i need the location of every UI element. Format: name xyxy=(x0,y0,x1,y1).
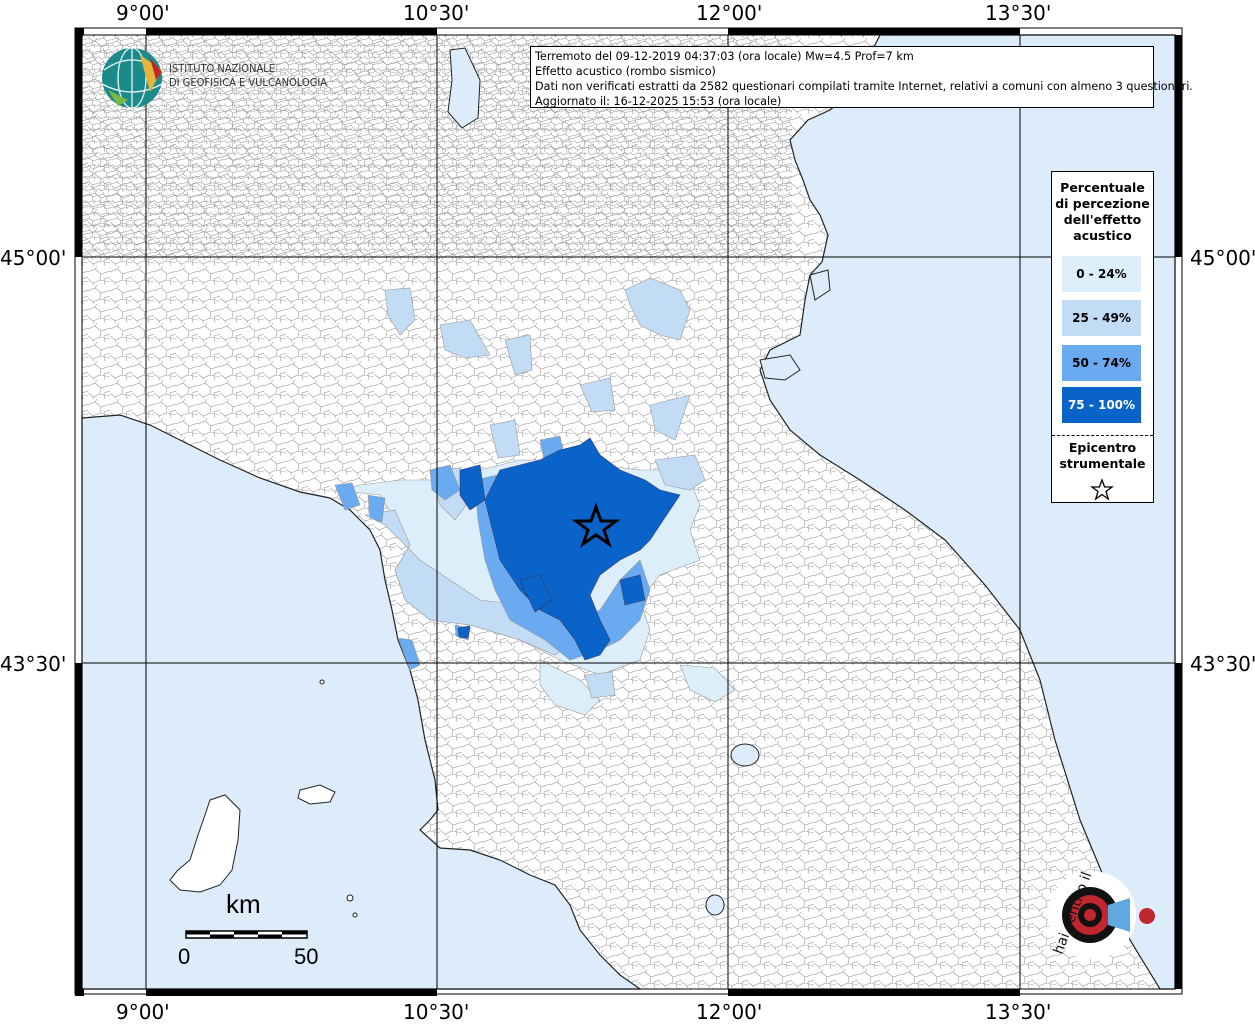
scale-unit: km xyxy=(226,889,261,919)
legend-title-line3: dell'effetto xyxy=(1063,212,1142,227)
info-line-event: Terremoto del 09-12-2019 04:37:03 (ora l… xyxy=(535,50,914,63)
lon-label-top-3: 12°00' xyxy=(696,1,763,25)
lon-label-top-1: 9°00' xyxy=(116,1,170,25)
lat-label-right-2: 43°30' xyxy=(1190,652,1255,676)
lat-label-right-1: 45°00' xyxy=(1190,246,1255,270)
ingv-logo-icon xyxy=(101,47,163,109)
lon-label-top-4: 13°30' xyxy=(985,1,1052,25)
legend-epicenter-line1: Epicentro xyxy=(1068,440,1137,455)
info-line-updated: Aggiornato il: 16-12-2025 15:53 (ora loc… xyxy=(535,95,782,108)
legend-item-50-74: 50 - 74% xyxy=(1062,345,1141,381)
ingv-logo-line1: ISTITUTO NAZIONALE xyxy=(169,62,276,75)
legend-title-line2: di percezione xyxy=(1055,196,1150,211)
legend: Percentuale di percezione dell'effetto a… xyxy=(1051,171,1154,503)
legend-epicenter-line2: strumentale xyxy=(1059,456,1146,471)
legend-item-25-49: 25 - 49% xyxy=(1062,300,1141,336)
legend-title-line1: Percentuale xyxy=(1060,180,1145,195)
legend-title: Percentuale di percezione dell'effetto a… xyxy=(1052,180,1153,244)
ingv-logo-line2: DI GEOFISICA E VULCANOLOGIA xyxy=(169,76,328,89)
earthquake-info-box: Terremoto del 09-12-2019 04:37:03 (ora l… xyxy=(530,46,1193,108)
legend-star-icon xyxy=(1090,478,1114,501)
legend-epicenter-label: Epicentro strumentale xyxy=(1052,440,1153,472)
lon-label-bottom-4: 13°30' xyxy=(985,1000,1052,1024)
map-canvas: hai sentito il xyxy=(74,27,1183,996)
lon-label-bottom-2: 10°30' xyxy=(403,1000,470,1024)
lon-label-bottom-3: 12°00' xyxy=(696,1000,763,1024)
scale-min: 0 xyxy=(178,944,191,969)
legend-title-line4: acustico xyxy=(1073,228,1132,243)
lat-label-left-1: 45°00' xyxy=(0,246,67,270)
legend-item-75-100: 75 - 100% xyxy=(1062,387,1141,423)
ingv-logo-text: ISTITUTO NAZIONALE DI GEOFISICA E VULCAN… xyxy=(169,62,327,90)
lat-label-left-2: 43°30' xyxy=(0,652,67,676)
info-line-effect: Effetto acustico (rombo sismico) xyxy=(535,65,716,78)
lon-label-bottom-1: 9°00' xyxy=(116,1000,170,1024)
scale-max: 50 xyxy=(294,944,319,969)
legend-item-0-24: 0 - 24% xyxy=(1062,256,1141,292)
scale-bar xyxy=(185,930,308,939)
lon-label-top-2: 10°30' xyxy=(403,1,470,25)
info-line-data: Dati non verificati estratti da 2582 que… xyxy=(535,80,1193,93)
legend-separator xyxy=(1052,435,1153,436)
